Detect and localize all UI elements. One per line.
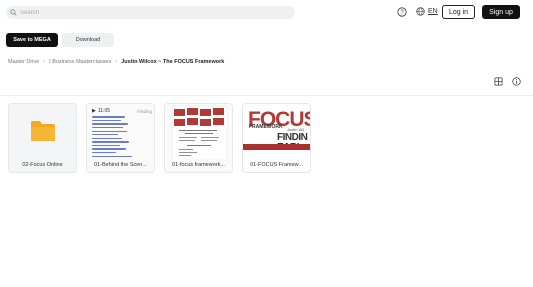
thumb-tag: Finding <box>137 108 152 114</box>
search-bar[interactable] <box>6 6 295 19</box>
breadcrumb-item-root[interactable]: Master Drive <box>8 59 39 65</box>
save-to-mega-button[interactable]: Save to MEGA <box>6 33 58 47</box>
thumb-time: 11:05 <box>97 108 111 114</box>
file-name: 01-FOCUS Framew... <box>250 162 303 168</box>
breadcrumb-item-current: Justin Wilcox ~ The FOCUS Framework <box>121 59 225 65</box>
signup-button[interactable]: Sign up <box>482 5 520 19</box>
thumbnail: ▶ 11:05 Finding <box>87 104 154 160</box>
language-label[interactable]: EN <box>428 8 438 15</box>
file-tile-folder[interactable]: 02-Focus Online <box>8 103 77 173</box>
breadcrumb-item-parent[interactable]: I Business Masterclasses <box>49 59 111 65</box>
breadcrumb: Master Drive › I Business Masterclasses … <box>8 59 224 65</box>
red-band <box>243 144 310 150</box>
file-name: 01-Behind the Scen... <box>94 162 147 168</box>
thumbnail: FOCUS FRAMEWORK Justin Wil FINDIN EARL <box>243 104 310 160</box>
view-controls <box>494 77 521 86</box>
thumbnail <box>165 104 232 161</box>
file-tile-pdf[interactable]: 01-focus framework... <box>164 103 233 173</box>
file-tile-document[interactable]: ▶ 11:05 Finding 01-Behind the Scen... <box>86 103 155 173</box>
pdf-preview <box>171 105 228 161</box>
svg-text:?: ? <box>400 10 404 16</box>
file-tile-image[interactable]: FOCUS FRAMEWORK Justin Wil FINDIN EARL 0… <box>242 103 311 173</box>
file-name: 01-focus framework... <box>172 162 225 168</box>
grid-view-icon[interactable] <box>494 77 503 86</box>
info-icon[interactable] <box>512 77 521 86</box>
top-bar: ? EN Log in Sign up <box>0 0 533 24</box>
help-icon[interactable]: ? <box>397 7 407 17</box>
search-input[interactable] <box>20 9 270 16</box>
play-icon: ▶ <box>92 108 96 114</box>
thumb-headline: FINDIN EARL <box>277 132 308 153</box>
chevron-right-icon: › <box>43 59 46 65</box>
action-bar: Save to MEGA Download <box>6 33 114 47</box>
file-name: 02-Focus Online <box>22 162 63 168</box>
folder-icon <box>31 121 55 141</box>
login-button[interactable]: Log in <box>442 5 475 19</box>
download-button[interactable]: Download <box>62 33 114 47</box>
thumb-subtitle: FRAMEWORK <box>249 124 283 130</box>
search-icon <box>10 9 17 16</box>
chevron-right-icon: › <box>115 59 118 65</box>
language-selector[interactable]: EN <box>416 7 438 16</box>
divider <box>0 95 533 96</box>
globe-icon <box>416 7 425 16</box>
thumbnail <box>9 104 76 160</box>
